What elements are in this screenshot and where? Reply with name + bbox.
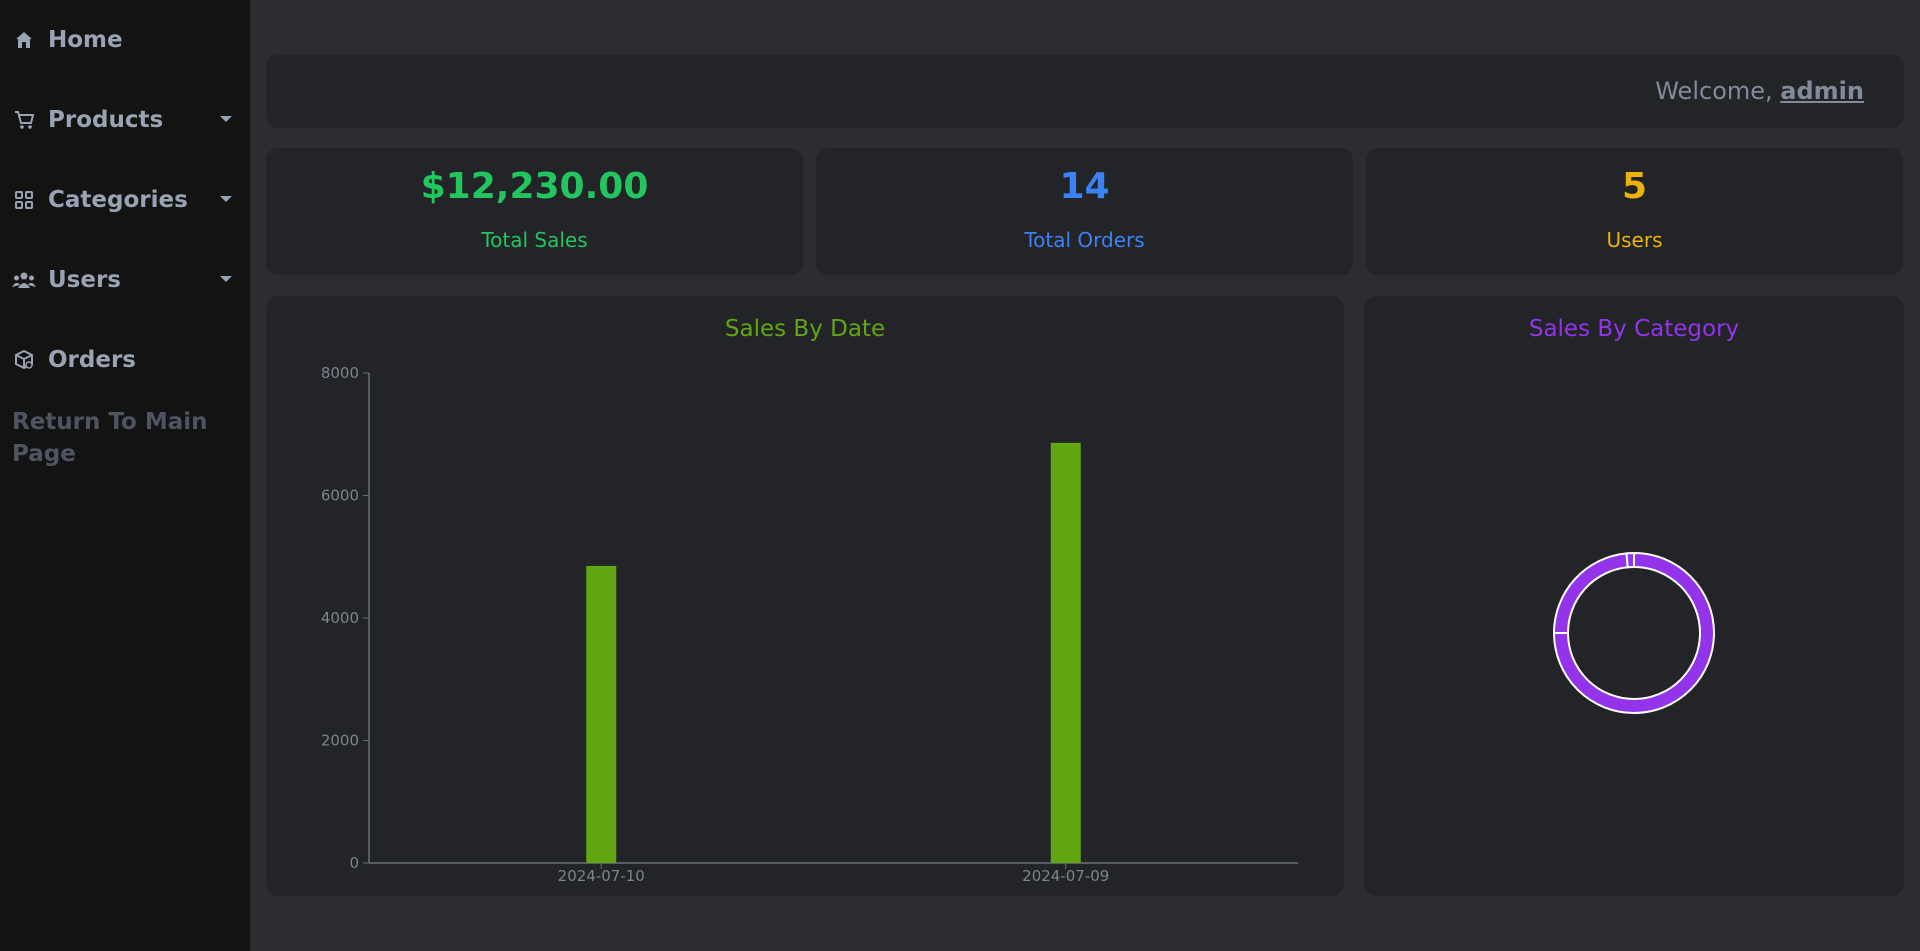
username-link[interactable]: admin — [1780, 77, 1864, 105]
sales-by-date-chart: 0 2000 4000 6000 8000 2024-07-10 2024-07-09 — [321, 364, 1298, 885]
sidebar-item-label: Orders — [48, 347, 136, 373]
chevron-down-icon[interactable] — [220, 276, 232, 282]
chevron-down-icon[interactable] — [220, 196, 232, 202]
sidebar-item-label: Home — [48, 27, 123, 53]
y-tick-label: 6000 — [321, 487, 359, 505]
sidebar-item-users[interactable]: Users — [12, 260, 238, 300]
total-orders-label: Total Orders — [1024, 228, 1145, 252]
sidebar-item-categories[interactable]: Categories — [12, 180, 238, 220]
sidebar: Home Products Categories Users Orders Re… — [0, 0, 250, 951]
welcome-message: Welcome, admin — [1655, 77, 1864, 105]
pie-slice — [1552, 552, 1629, 634]
users-value: 5 — [1621, 166, 1648, 207]
sales-by-date-panel: Sales By Date 0 2000 4000 6000 8000 2024-07-1… — [266, 296, 1344, 896]
sidebar-item-label: Categories — [48, 187, 188, 213]
x-tick-label: 2024-07-10 — [558, 867, 645, 885]
total-orders-value: 14 — [1059, 166, 1110, 207]
users-card: 5 Users — [1366, 148, 1903, 275]
y-tick-label: 2000 — [321, 732, 359, 750]
bar — [586, 565, 617, 863]
return-to-main-link[interactable]: Return To Main Page — [12, 406, 232, 470]
sidebar-item-home[interactable]: Home — [12, 20, 238, 60]
box-icon — [12, 348, 36, 372]
x-tick-label: 2024-07-09 — [1022, 867, 1109, 885]
y-tick-label: 4000 — [321, 609, 359, 627]
cart-icon — [12, 108, 36, 132]
y-tick-label: 8000 — [321, 364, 359, 382]
users-icon — [12, 268, 36, 292]
top-bar: Welcome, admin — [266, 55, 1904, 128]
sidebar-item-orders[interactable]: Orders — [12, 340, 238, 380]
sidebar-item-products[interactable]: Products — [12, 100, 238, 140]
home-icon — [12, 28, 36, 52]
sales-by-category-panel: Sales By Category — [1364, 296, 1904, 896]
total-sales-label: Total Sales — [481, 228, 588, 252]
y-tick-label: 0 — [349, 854, 359, 872]
sidebar-item-label: Products — [48, 107, 164, 133]
grid-icon — [12, 188, 36, 212]
users-label: Users — [1606, 228, 1663, 252]
bar — [1050, 442, 1081, 863]
total-orders-card: 14 Total Orders — [816, 148, 1353, 275]
total-sales-value: $12,230.00 — [420, 166, 649, 207]
sidebar-item-label: Users — [48, 267, 121, 293]
chevron-down-icon[interactable] — [220, 116, 232, 122]
welcome-prefix: Welcome, — [1655, 77, 1773, 105]
sales-by-category-chart — [1552, 551, 1715, 714]
pie-slice — [1625, 551, 1635, 569]
total-sales-card: $12,230.00 Total Sales — [266, 148, 803, 275]
